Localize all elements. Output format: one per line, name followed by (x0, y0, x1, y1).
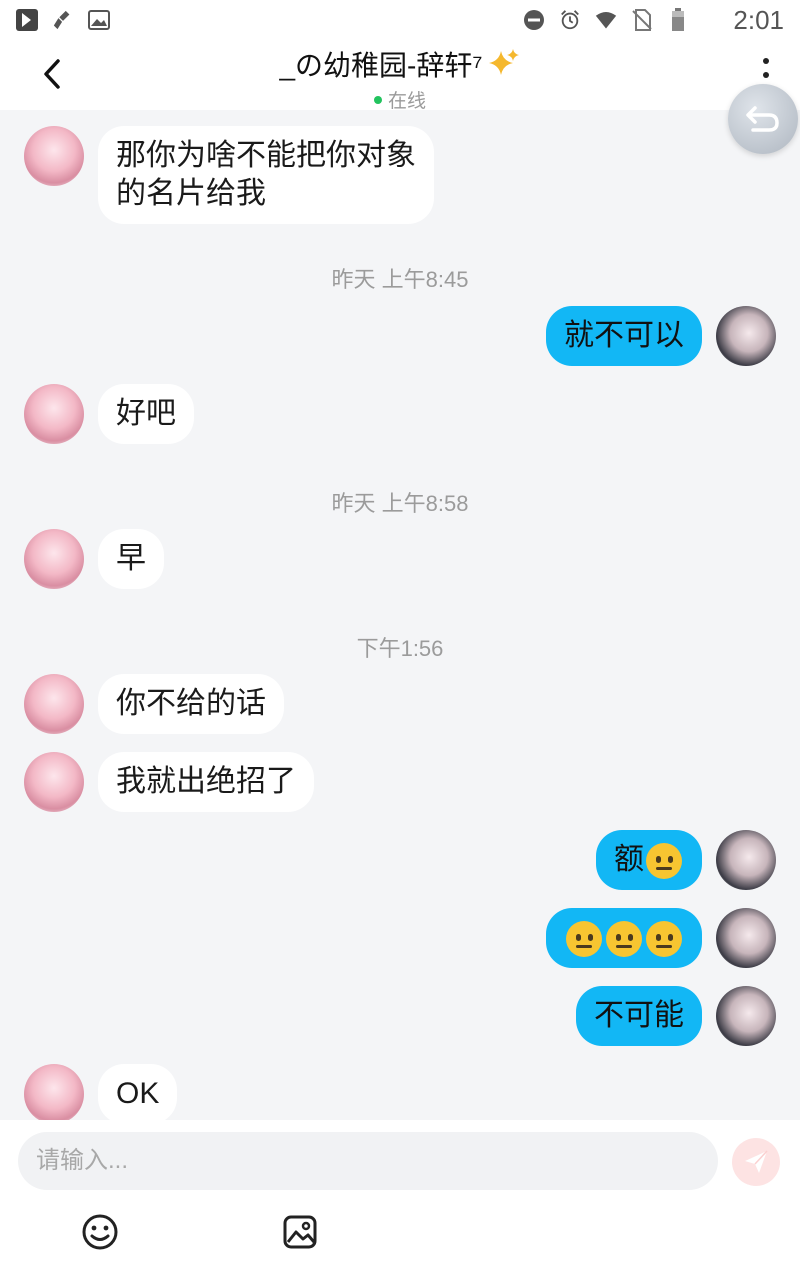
message-bubble-received[interactable]: 那你为啥不能把你对象 的名片给我 (98, 126, 434, 224)
emoji-button[interactable] (80, 1212, 120, 1252)
status-time: 2:01 (733, 4, 784, 35)
send-icon (745, 1150, 768, 1173)
page-title: _の幼稚园-辞轩⁷ (279, 44, 520, 84)
contact-avatar[interactable] (24, 752, 84, 812)
message-bubble-sent[interactable]: 不可能 (576, 986, 702, 1046)
cleaner-icon (52, 9, 74, 31)
title-area: _の幼稚园-辞轩⁷ 在线 (0, 44, 800, 113)
more-dot-icon (763, 58, 769, 64)
sweat-face-emoji-icon (606, 921, 642, 958)
sparkle-icon (488, 49, 519, 75)
message-text: 额 (614, 843, 644, 876)
no-sim-icon (631, 9, 653, 31)
sweat-face-emoji-icon (646, 843, 682, 880)
image-icon (283, 1215, 317, 1249)
my-avatar[interactable] (716, 830, 776, 890)
contact-avatar[interactable] (24, 529, 84, 589)
sweat-face-emoji-icon (646, 921, 682, 958)
wifi-icon (595, 9, 617, 31)
my-avatar[interactable] (716, 986, 776, 1046)
presence-status: 在线 (0, 86, 800, 113)
contact-avatar[interactable] (24, 126, 84, 186)
input-bar (0, 1120, 800, 1280)
do-not-disturb-icon (523, 9, 545, 31)
return-arrow-icon (746, 106, 779, 132)
sweat-face-emoji-icon (566, 921, 602, 958)
timestamp: 下午1:56 (356, 636, 444, 661)
message-bubble-received[interactable]: 早 (98, 529, 164, 589)
contact-avatar[interactable] (24, 384, 84, 444)
contact-avatar[interactable] (24, 1064, 84, 1120)
contact-avatar[interactable] (24, 674, 84, 734)
message-bubble-received[interactable]: 好吧 (98, 384, 194, 444)
floating-return-button[interactable] (728, 84, 798, 154)
message-bubble-sent[interactable]: 就不可以 (546, 306, 702, 366)
chat-header: _の幼稚园-辞轩⁷ 在线 (0, 40, 800, 113)
message-list[interactable]: 那你为啥不能把你对象 的名片给我 昨天 上午8:45 就不可以 好吧 昨天 上午… (0, 110, 800, 1120)
alarm-icon (559, 9, 581, 31)
smiley-icon (82, 1214, 118, 1250)
image-button[interactable] (280, 1212, 320, 1252)
gallery-icon (88, 9, 110, 31)
message-bubble-sent[interactable] (546, 908, 702, 969)
message-input[interactable] (18, 1132, 718, 1190)
message-bubble-received[interactable]: 你不给的话 (98, 674, 284, 734)
send-button[interactable] (732, 1138, 780, 1186)
status-bar: 2:01 (0, 0, 800, 40)
app-notification-icon (16, 9, 38, 31)
my-avatar[interactable] (716, 908, 776, 968)
timestamp: 昨天 上午8:45 (331, 267, 469, 292)
my-avatar[interactable] (716, 306, 776, 366)
online-dot-icon (373, 95, 382, 104)
battery-icon (667, 8, 689, 31)
message-bubble-received[interactable]: OK (98, 1064, 178, 1120)
message-bubble-received[interactable]: 我就出绝招了 (98, 752, 314, 812)
contact-name: _の幼稚园-辞轩⁷ (279, 50, 483, 81)
presence-label: 在线 (387, 91, 426, 112)
more-dot-icon (763, 72, 769, 78)
timestamp: 昨天 上午8:58 (331, 491, 469, 516)
message-bubble-sent[interactable]: 额 (596, 830, 702, 891)
